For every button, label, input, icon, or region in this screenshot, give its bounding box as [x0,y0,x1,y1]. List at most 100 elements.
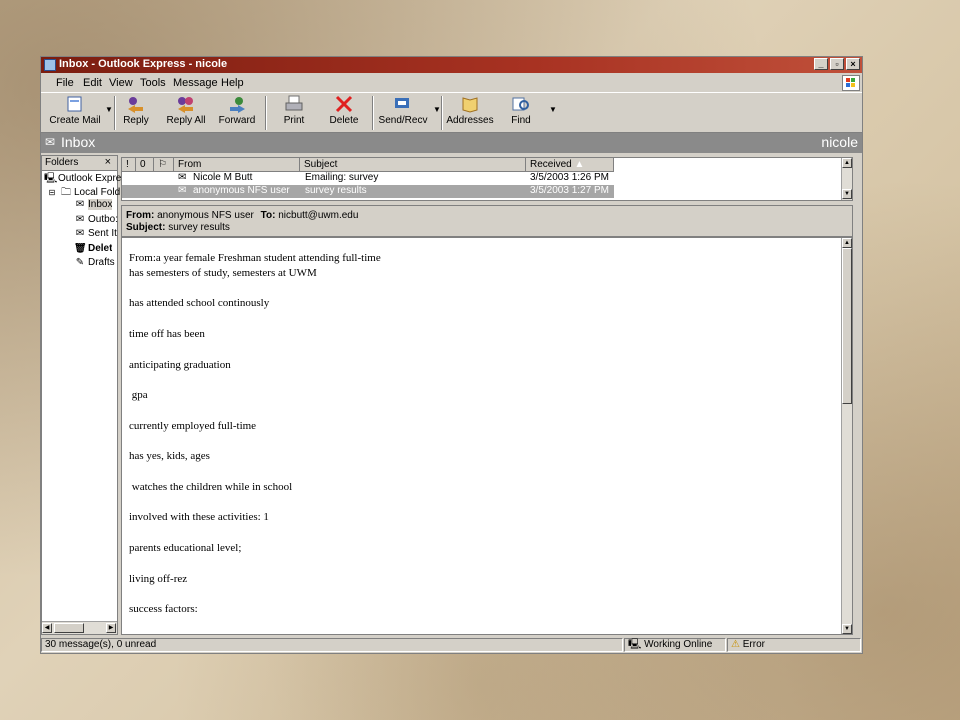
message-subject: survey results [305,185,367,196]
from-label: From: [126,210,155,221]
body-line: living off-rez [129,573,188,585]
message-list: ! 0 ⚐ From Subject Received ▲ ✉ Nicole M… [121,157,853,201]
create-mail-button[interactable]: Create Mail [49,95,101,131]
column-received[interactable]: Received ▲ [526,158,614,172]
preview-from: anonymous NFS user [157,210,254,221]
forward-button[interactable]: Forward [217,95,257,131]
menu-tools[interactable]: Tools [140,77,166,89]
outlook-express-icon [44,59,56,71]
window-title: Inbox - Outlook Express - nicole [59,58,228,70]
scroll-thumb[interactable] [842,248,852,404]
folder-deleted-items[interactable]: 🗑Delet [74,243,112,256]
status-bar: 30 message(s), 0 unread 🖳 Working Online… [41,637,862,653]
menu-bar: File Edit View Tools Message Help [41,74,862,92]
body-line: time off has been [129,328,205,340]
column-attachment[interactable]: 0 [136,158,154,172]
folder-outbox[interactable]: ✉ Outbo: [74,214,118,227]
send-recv-dropdown[interactable]: ▼ [429,95,441,131]
local-folders-icon: 🗀 [61,187,71,198]
find-button[interactable]: Find [507,95,535,131]
connection-status: 🖳 Working Online [624,638,726,652]
create-mail-dropdown[interactable]: ▼ [101,95,113,131]
folder-outlook-express[interactable]: 🖳Outlook Expre: [44,171,124,184]
addresses-icon [460,95,480,113]
folder-sent-items[interactable]: ✉ Sent It [74,228,117,241]
forward-icon [227,95,247,113]
print-button[interactable]: Print [279,95,309,131]
folder-local-folders[interactable]: ⊟ 🗀 Local Fold [46,185,121,198]
message-row-selected[interactable]: ✉ anonymous NFS user survey results 3/5/… [122,185,614,198]
body-line: From:a year female Freshman student atte… [129,252,381,264]
reply-all-button[interactable]: Reply All [165,95,207,131]
addresses-button[interactable]: Addresses [445,95,495,131]
identity-name: nicole [821,134,858,150]
column-flag[interactable]: ⚐ [154,158,174,172]
send-recv-button[interactable]: Send/Recv [377,95,429,131]
maximize-button[interactable]: ▫ [830,58,844,70]
send-recv-icon [393,95,413,113]
message-received: 3/5/2003 1:26 PM [530,172,609,183]
delete-button[interactable]: Delete [327,95,361,131]
reply-icon [126,95,146,113]
sort-ascending-icon: ▲ [574,159,585,170]
column-priority[interactable]: ! [122,158,136,172]
subject-label: Subject: [126,222,166,233]
preview-to: nicbutt@uwm.edu [278,210,359,221]
folders-title: Folders [45,157,79,168]
menu-help[interactable]: Help [221,77,244,89]
preview-header: From: anonymous NFS user To: nicbutt@uwm… [121,205,853,237]
sent-items-icon: ✉ [75,228,85,239]
outlook-express-icon: 🖳 [44,173,58,184]
menu-edit[interactable]: Edit [83,77,102,89]
menu-file[interactable]: File [56,77,74,89]
column-from[interactable]: From [174,158,300,172]
message-row[interactable]: ✉ Nicole M Butt Emailing: survey 3/5/200… [122,172,852,185]
body-line: currently employed full-time [129,420,257,432]
message-received: 3/5/2003 1:27 PM [530,185,609,196]
minimize-button[interactable]: _ [814,58,828,70]
computer-icon: 🖳 [628,639,642,650]
menu-message[interactable]: Message [173,77,218,89]
folder-drafts[interactable]: ✎ Drafts [74,257,115,270]
scroll-down-arrow[interactable]: ▼ [842,624,852,634]
find-icon [511,95,531,113]
scroll-thumb[interactable] [54,623,84,633]
close-button[interactable]: × [846,58,860,70]
folder-title-bar: ✉ Inbox nicole [41,133,862,153]
close-folders-button[interactable]: × [105,156,111,168]
delete-icon [334,95,354,113]
folders-horizontal-scrollbar[interactable]: ◀ ▶ [42,621,117,634]
warning-icon: ⚠ [731,639,740,650]
find-dropdown[interactable]: ▼ [545,95,557,131]
column-subject[interactable]: Subject [300,158,526,172]
message-body[interactable]: From:a year female Freshman student atte… [121,237,853,635]
scroll-up-arrow[interactable]: ▲ [842,158,852,168]
menu-view[interactable]: View [109,77,133,89]
inbox-icon: ✉ [45,135,56,149]
collapse-icon: ⊟ [48,188,56,197]
folder-title: Inbox [61,134,96,150]
create-mail-icon [65,95,85,113]
preview-subject: survey results [168,222,230,233]
title-bar[interactable]: Inbox - Outlook Express - nicole _ ▫ × [41,57,862,73]
body-line: anticipating graduation [129,359,231,371]
message-body-scrollbar[interactable]: ▲ ▼ [841,238,852,634]
outbox-icon: ✉ [75,214,85,225]
body-line: parents educational level; [129,542,242,554]
folder-inbox[interactable]: ✉ Inbox [74,199,113,212]
reply-button[interactable]: Reply [119,95,153,131]
scroll-down-arrow[interactable]: ▼ [842,189,852,199]
message-list-scrollbar[interactable]: ▲ ▼ [841,158,852,200]
toolbar: Create Mail ▼ Reply Reply All Forward Pr… [41,92,862,133]
folders-pane: Folders × 🖳Outlook Expre: ⊟ 🗀 Local Fold ✉… [41,155,124,635]
toolbar-separator [441,96,443,130]
error-status[interactable]: ⚠ Error [727,638,861,652]
scroll-up-arrow[interactable]: ▲ [842,238,852,248]
scroll-right-arrow[interactable]: ▶ [106,623,116,633]
body-line: involved with these activities: 1 [129,511,269,523]
toolbar-separator [265,96,267,130]
outlook-express-window: Inbox - Outlook Express - nicole _ ▫ × Fil… [40,56,863,654]
scroll-left-arrow[interactable]: ◀ [42,623,52,633]
to-label: To: [260,210,276,221]
toolbar-separator [372,96,374,130]
